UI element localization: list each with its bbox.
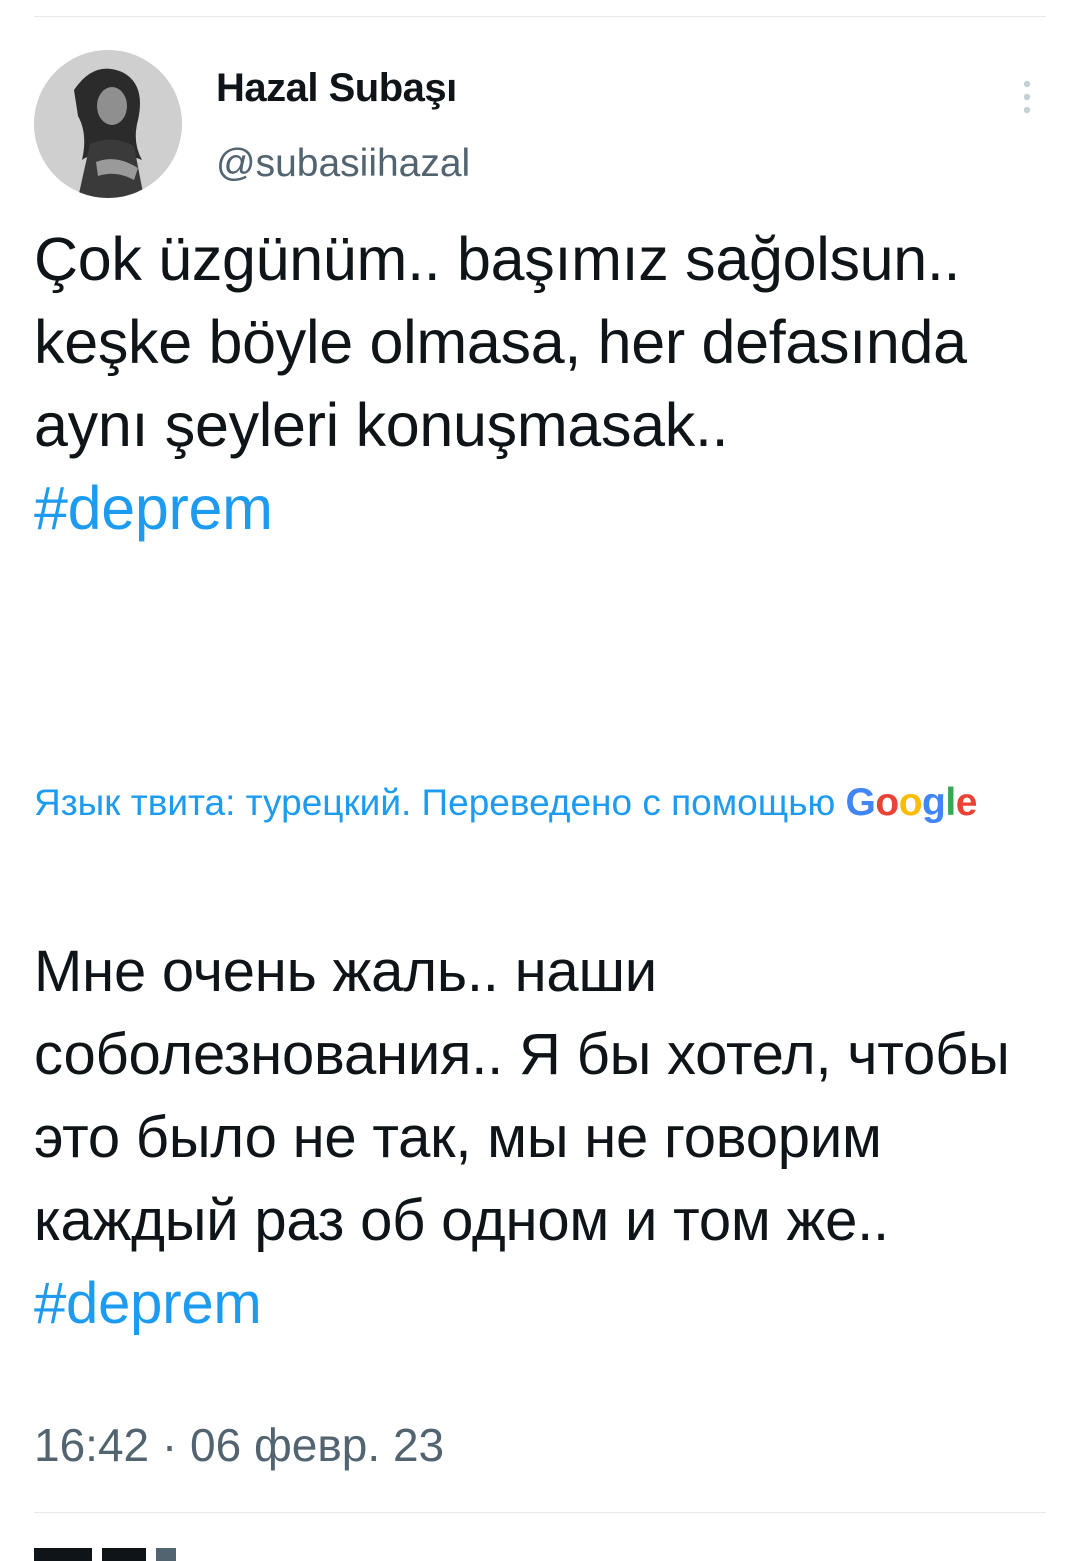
bottom-divider [34,1512,1046,1513]
google-logo-letter: o [898,781,923,824]
more-options-button[interactable] [1012,72,1042,122]
tweet-timestamp[interactable]: 16:42 · 06 февр. 23 [34,1418,444,1472]
translated-tweet-text: Мне очень жаль.. наши соболезнования.. Я… [34,930,1054,1345]
cropped-stats-row [34,1548,244,1561]
google-logo-letter: e [955,781,978,824]
translation-note[interactable]: Язык твита: турецкий. Переведено с помощ… [34,772,1034,834]
user-name[interactable]: Hazal Subaşı [216,66,457,111]
profile-photo-icon [34,50,182,198]
google-logo-letter: l [945,781,956,824]
user-handle[interactable]: @subasiihazal [216,142,470,186]
avatar[interactable] [34,50,182,198]
translation-note-text: Язык твита: турецкий. Переведено с помощ… [34,782,836,823]
google-logo: Google [845,772,978,834]
google-logo-letter: g [922,781,946,824]
hashtag-link[interactable]: #deprem [34,474,273,542]
top-divider [34,16,1046,17]
translated-hashtag-link[interactable]: #deprem [34,1271,262,1336]
more-vertical-icon [1023,80,1031,114]
translated-body: Мне очень жаль.. наши соболезнования.. Я… [34,939,1010,1253]
google-logo-letter: G [845,781,876,824]
tweet-text: Çok üzgünüm.. başımız sağolsun.. keşke b… [34,218,1044,550]
tweet-body: Çok üzgünüm.. başımız sağolsun.. keşke b… [34,225,967,459]
google-logo-letter: o [875,781,899,824]
tweet-header: Hazal Subaşı @subasiihazal [34,50,1046,200]
